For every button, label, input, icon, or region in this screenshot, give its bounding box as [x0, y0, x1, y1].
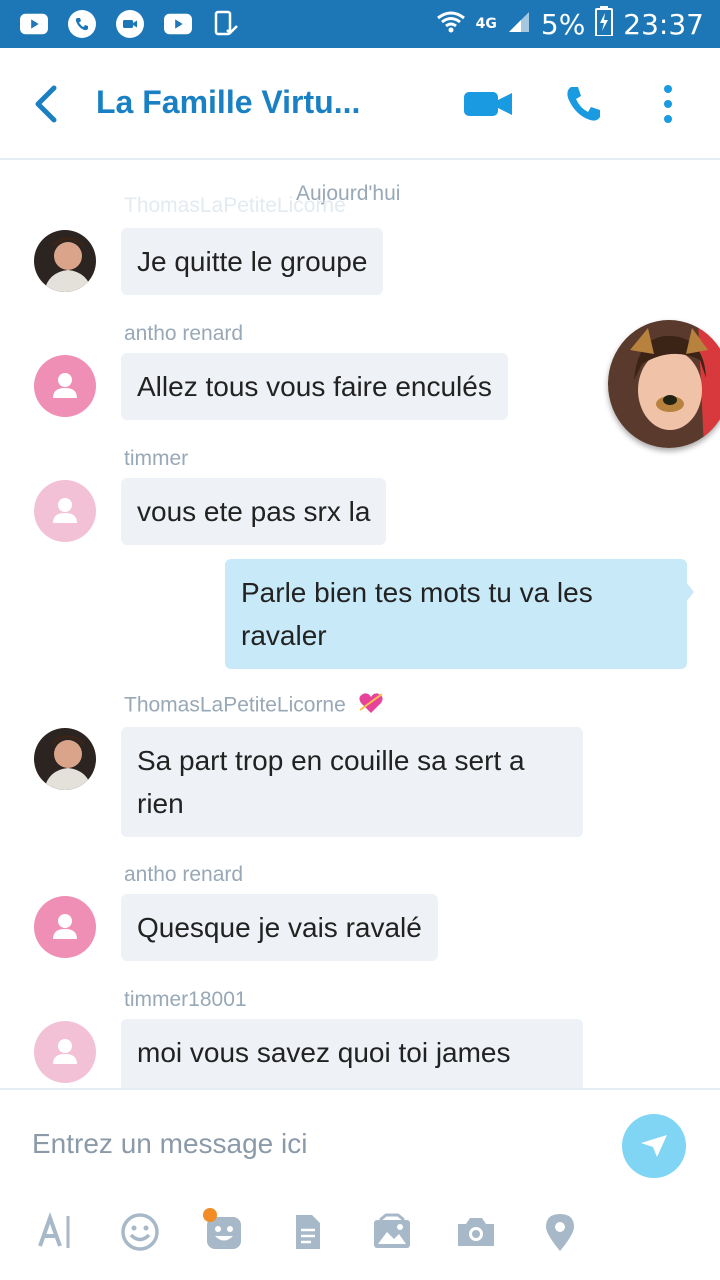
phone-notification-icon: [68, 10, 96, 38]
send-button[interactable]: [622, 1114, 686, 1178]
camera-icon[interactable]: [454, 1210, 498, 1254]
network-type: 4G: [475, 16, 497, 32]
avatar-default[interactable]: [34, 480, 96, 542]
back-arrow-icon[interactable]: [26, 80, 66, 128]
text-format-icon[interactable]: [34, 1210, 78, 1254]
media-gallery-icon[interactable]: [370, 1210, 414, 1254]
signal-icon: [507, 8, 531, 41]
composer: [0, 1088, 720, 1280]
location-icon[interactable]: [538, 1210, 582, 1254]
voice-call-button[interactable]: [560, 78, 606, 130]
video-call-button[interactable]: [462, 78, 516, 130]
avatar-photo[interactable]: [34, 728, 96, 790]
chat-header: La Famille Virtu...: [0, 48, 720, 160]
emoji-icon[interactable]: [118, 1210, 162, 1254]
avatar-photo[interactable]: [34, 230, 96, 292]
battery-percent: 5%: [540, 7, 586, 41]
youtube-notification-icon-2: [164, 10, 192, 38]
file-icon[interactable]: [286, 1210, 330, 1254]
message-bubble[interactable]: Sa part trop en couille sa sert a rien: [121, 727, 583, 837]
conversation-title[interactable]: La Famille Virtu...: [96, 84, 396, 121]
message-input[interactable]: [32, 1128, 592, 1160]
device-check-icon: [212, 10, 240, 38]
wifi-icon: [436, 8, 466, 41]
clock: 23:37: [623, 7, 704, 41]
battery-charging-icon: [595, 5, 614, 43]
avatar-default[interactable]: [34, 1021, 96, 1083]
outgoing-message-bubble[interactable]: Parle bien tes mots tu va les ravaler: [225, 559, 687, 669]
avatar-default[interactable]: [34, 896, 96, 958]
youtube-notification-icon: [20, 10, 48, 38]
message-bubble[interactable]: vous ete pas srx la: [121, 478, 387, 545]
video-notification-icon: [116, 10, 144, 38]
heart-emoji-icon: [358, 692, 384, 720]
faded-sender-name: ThomasLaPetiteLicorne: [124, 194, 346, 217]
message-list[interactable]: Aujourd'hui ThomasLaPetiteLicorne Je qui…: [0, 162, 720, 1088]
sender-name: ThomasLaPetiteLicorne: [124, 692, 384, 720]
sender-name: antho renard: [124, 322, 244, 345]
more-options-icon[interactable]: [654, 78, 682, 130]
new-mojis-indicator: [203, 1208, 217, 1222]
status-bar: 4G 5% 23:37: [0, 0, 720, 48]
avatar-default[interactable]: [34, 355, 96, 417]
message-bubble[interactable]: Je quitte le groupe: [121, 228, 384, 295]
sender-name: timmer: [124, 447, 189, 470]
message-bubble[interactable]: Quesque je vais ravalé: [121, 894, 438, 961]
message-bubble[interactable]: Allez tous vous faire enculés: [121, 353, 508, 420]
sender-name: timmer18001: [124, 988, 247, 1011]
sender-name: antho renard: [124, 863, 244, 886]
message-bubble[interactable]: moi vous savez quoi toi james: [121, 1019, 583, 1088]
bubble-tail: [686, 582, 694, 602]
floating-chat-head-avatar[interactable]: [608, 320, 720, 448]
sender-name-text: ThomasLaPetiteLicorne: [124, 693, 346, 717]
